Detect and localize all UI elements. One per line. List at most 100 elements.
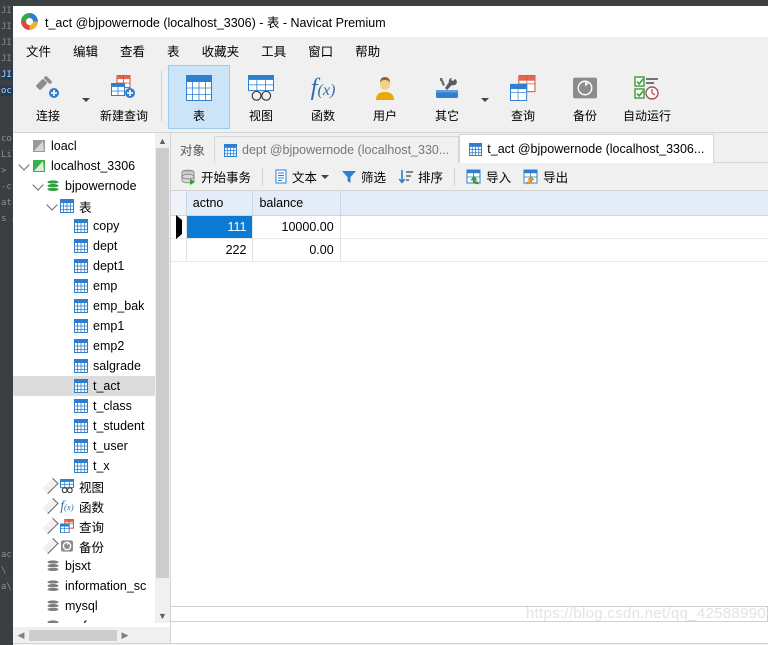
tree-item[interactable]: performance_s [13, 616, 170, 623]
menu-edit[interactable]: 编辑 [62, 37, 109, 64]
column-header[interactable]: actno [186, 191, 254, 216]
tree-item-label: loacl [51, 139, 77, 153]
menu-view[interactable]: 查看 [109, 37, 156, 64]
tree-item[interactable]: bjsxt [13, 556, 170, 576]
toolbar-button-query[interactable]: 查询 [492, 65, 554, 129]
tree-item-label: t_student [93, 419, 145, 433]
tree-item[interactable]: bjpowernode [13, 176, 170, 196]
tree-item[interactable]: f(x) 函数 [13, 496, 170, 516]
grid-toolbar-sort-button[interactable]: 排序 [392, 164, 449, 189]
toolbar-button-label: 新建查询 [99, 109, 148, 123]
tree-item[interactable]: dept1 [13, 256, 170, 276]
tree-expander[interactable] [42, 537, 59, 555]
toolbar-button-other-tools[interactable]: 其它 [416, 65, 478, 129]
toolbar-button-table[interactable]: 表 [168, 65, 230, 129]
column-header[interactable]: balance [252, 191, 341, 216]
tree-item[interactable]: mysql [13, 596, 170, 616]
tree-item[interactable]: t_act [13, 376, 170, 396]
grid-cell[interactable]: 10000.00 [252, 215, 341, 239]
grid-toolbar-begin-transaction-button[interactable]: 开始事务 [175, 164, 257, 189]
chevron-down-icon [82, 98, 90, 102]
data-grid[interactable]: actno balance 111 10000.00 222 0.00 [171, 191, 768, 643]
tree-item[interactable]: t_student [13, 416, 170, 436]
user-icon [372, 71, 398, 105]
tree-item[interactable]: 查询 [13, 516, 170, 536]
scroll-right-arrow-icon[interactable]: ▶ [117, 630, 133, 641]
grid-toolbar-filter-button[interactable]: 筛选 [335, 164, 392, 189]
chevron-down-icon [31, 178, 44, 191]
grid-cell[interactable]: 222 [186, 238, 254, 262]
tree-item[interactable]: emp1 [13, 316, 170, 336]
grid-cell[interactable]: 0.00 [252, 238, 341, 262]
tab-label: dept @bjpowernode (localhost_330... [242, 143, 450, 157]
grid-toolbar-import-button[interactable]: 导入 [460, 164, 517, 189]
tab-item[interactable]: t_act @bjpowernode (localhost_3306... [459, 134, 715, 163]
toolbar-dropdown-caret[interactable] [79, 65, 93, 129]
menu-table[interactable]: 表 [156, 37, 191, 64]
menu-favorites[interactable]: 收藏夹 [191, 37, 251, 64]
tree-item[interactable]: 视图 [13, 476, 170, 496]
grid-cell[interactable]: 111 [186, 215, 254, 239]
tree-item-label: emp2 [93, 339, 125, 353]
tree-item[interactable]: salgrade [13, 356, 170, 376]
table-row[interactable]: 222 0.00 [171, 238, 768, 262]
grid-toolbar-export-button[interactable]: 导出 [517, 164, 574, 189]
tree-item[interactable]: localhost_3306 [13, 156, 170, 176]
tree-item-label: t_user [93, 439, 128, 453]
tree-expander[interactable] [17, 158, 30, 171]
toolbar-button-backup[interactable]: 备份 [554, 65, 616, 129]
toolbar-dropdown-caret[interactable] [478, 65, 492, 129]
table-icon [72, 459, 90, 473]
tree-item[interactable]: information_sc [13, 576, 170, 596]
toolbar-button-label: 查询 [510, 109, 535, 123]
object-tree[interactable]: loacl localhost_3306 bjpowernode 表 copy dept d… [13, 133, 170, 623]
chevron-down-icon[interactable] [321, 174, 330, 179]
menu-window[interactable]: 窗口 [297, 37, 344, 64]
backup-icon [572, 71, 598, 105]
tree-item[interactable]: emp [13, 276, 170, 296]
tree-item[interactable]: dept [13, 236, 170, 256]
tree-item[interactable]: t_x [13, 456, 170, 476]
code-line: JI [1, 6, 12, 16]
tree-item[interactable]: 备份 [13, 536, 170, 556]
tree-item[interactable]: t_class [13, 396, 170, 416]
tree-item[interactable]: 表 [13, 196, 170, 216]
code-line: JI [1, 70, 13, 80]
scroll-left-arrow-icon[interactable]: ◀ [13, 630, 29, 641]
tree-item[interactable]: t_user [13, 436, 170, 456]
sidebar-scroll-thumb[interactable] [156, 148, 169, 578]
toolbar-button-automation[interactable]: 自动运行 [616, 65, 678, 129]
toolbar-button-connection[interactable]: 连接 [17, 65, 79, 129]
sidebar-vertical-scrollbar[interactable]: ▲ ▼ [155, 133, 170, 623]
tree-item[interactable]: emp2 [13, 336, 170, 356]
toolbar-button-view[interactable]: 视图 [230, 65, 292, 129]
tree-item-label: 备份 [79, 540, 105, 555]
menu-file[interactable]: 文件 [15, 37, 62, 64]
tree-expander[interactable] [42, 517, 59, 535]
tree-item[interactable]: emp_bak [13, 296, 170, 316]
tab-item[interactable]: 对象 [171, 136, 214, 163]
grid-toolbar-label: 排序 [418, 171, 444, 185]
sidebar-hscroll-thumb[interactable] [29, 629, 117, 641]
menu-tools[interactable]: 工具 [250, 37, 297, 64]
scroll-up-arrow-icon[interactable]: ▲ [155, 133, 170, 148]
tree-expander[interactable] [31, 178, 44, 191]
table-row[interactable]: 111 10000.00 [171, 215, 768, 239]
sidebar-horizontal-scrollbar[interactable]: ◀ ▶ [13, 627, 170, 643]
scroll-down-arrow-icon[interactable]: ▼ [155, 608, 170, 623]
tree-item[interactable]: copy [13, 216, 170, 236]
column-header-filler [340, 191, 768, 216]
code-line: at [1, 198, 12, 208]
tree-item[interactable]: loacl [13, 136, 170, 156]
tree-expander[interactable] [45, 198, 58, 211]
table-icon [72, 419, 90, 433]
menu-help[interactable]: 帮助 [344, 37, 391, 64]
tree-expander[interactable] [42, 497, 59, 515]
tree-expander[interactable] [42, 477, 59, 495]
toolbar-button-new-query[interactable]: 新建查询 [93, 65, 155, 129]
tree-item-label: emp1 [93, 319, 125, 333]
toolbar-button-function[interactable]: f(x) 函数 [292, 65, 354, 129]
toolbar-button-user[interactable]: 用户 [354, 65, 416, 129]
grid-toolbar-text-button[interactable]: 文本 [268, 164, 335, 189]
tab-item[interactable]: dept @bjpowernode (localhost_330... [214, 136, 460, 163]
